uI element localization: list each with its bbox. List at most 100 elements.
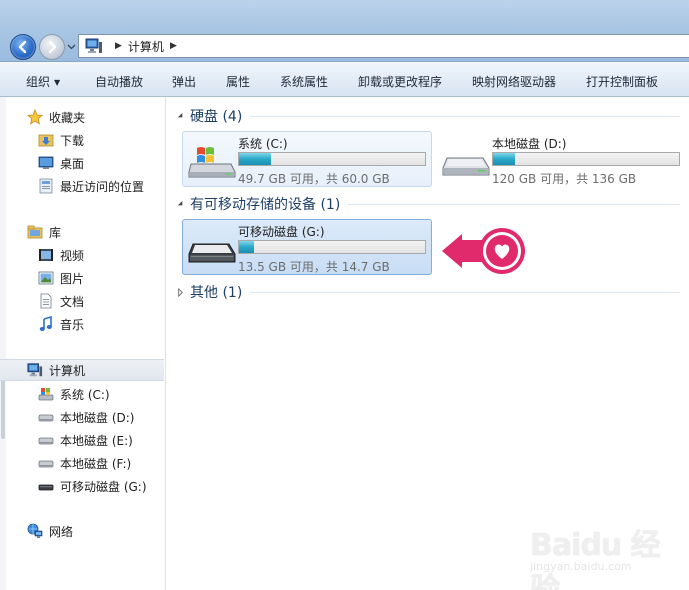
chevron-down-icon — [67, 44, 76, 50]
sidebar-favorites[interactable]: 收藏夹 — [0, 106, 166, 128]
forward-button[interactable] — [39, 34, 65, 60]
baidu-watermark: Baidu 经验 jingyan.baidu.com — [530, 520, 680, 590]
sidebar-favorites-label: 收藏夹 — [49, 110, 86, 125]
forward-arrow-icon — [48, 40, 57, 54]
group-header-hard-disks[interactable]: 硬盘 (4) — [175, 106, 680, 126]
sidebar-network[interactable]: 网络 — [0, 520, 166, 542]
sidebar-computer-label: 计算机 — [49, 363, 86, 378]
sidebar-item-music[interactable]: 音乐 — [0, 313, 166, 335]
group-divider — [250, 291, 680, 293]
sidebar-item-drive-e[interactable]: 本地磁盘 (E:) — [0, 429, 166, 451]
sidebar-item-drive-f[interactable]: 本地磁盘 (F:) — [0, 452, 166, 474]
collapsed-triangle-icon[interactable] — [175, 287, 185, 297]
back-arrow-icon — [18, 40, 27, 54]
group-title: 硬盘 (4) — [190, 109, 243, 125]
drive-size: 120 GB 可用，共 136 GB — [492, 172, 637, 186]
autoplay-button[interactable]: 自动播放 — [95, 73, 143, 90]
library-icon — [27, 224, 43, 240]
drive-name: 系统 (C:) — [238, 137, 288, 151]
content-pane: 硬盘 (4) 系统 (C:) 49.7 GB 可用，共 60.0 GB 本地磁盘… — [167, 97, 689, 590]
drive-usage-bar — [238, 152, 426, 166]
video-library-icon — [38, 247, 54, 263]
removable-disk-icon — [38, 478, 54, 494]
group-title: 有可移动存储的设备 (1) — [190, 197, 341, 213]
sidebar-item-desktop[interactable]: 桌面 — [0, 152, 166, 174]
group-title: 其他 (1) — [190, 285, 243, 301]
organize-label: 组织 — [26, 75, 51, 89]
sidebar-item-downloads[interactable]: 下载 — [0, 129, 166, 151]
drive-size: 13.5 GB 可用，共 14.7 GB — [238, 260, 390, 274]
sidebar-item-label: 本地磁盘 (E:) — [60, 433, 133, 448]
drive-tile-g[interactable]: 可移动磁盘 (G:) 13.5 GB 可用，共 14.7 GB — [182, 219, 432, 275]
sidebar-item-label: 文档 — [60, 294, 85, 309]
windows-system-drive-icon — [188, 147, 236, 178]
organize-button[interactable]: 组织 ▼ — [26, 73, 60, 90]
sidebar-item-documents[interactable]: 文档 — [0, 290, 166, 312]
computer-icon — [27, 362, 43, 378]
drive-tile-d[interactable]: 本地磁盘 (D:) 120 GB 可用，共 136 GB — [436, 131, 686, 187]
eject-button[interactable]: 弹出 — [172, 73, 196, 90]
computer-icon — [85, 38, 102, 53]
drive-name: 可移动磁盘 (G:) — [238, 225, 325, 239]
window-title-bar: ▶ 计算机 ▶ — [0, 0, 689, 62]
chevron-down-icon: ▼ — [54, 78, 61, 87]
breadcrumb-computer[interactable]: 计算机 — [128, 38, 164, 55]
open-control-panel-button[interactable]: 打开控制面板 — [586, 73, 658, 90]
group-header-removable-storage[interactable]: 有可移动存储的设备 (1) — [175, 194, 680, 214]
group-header-other[interactable]: 其他 (1) — [175, 282, 680, 302]
address-bar[interactable]: ▶ 计算机 ▶ — [78, 34, 689, 58]
documents-library-icon — [38, 293, 54, 309]
sidebar-item-drive-c[interactable]: 系统 (C:) — [0, 383, 166, 405]
pictures-library-icon — [38, 270, 54, 286]
local-disk-icon — [38, 455, 54, 471]
system-drive-icon — [38, 386, 54, 402]
favorites-star-icon — [27, 109, 43, 125]
map-network-drive-button[interactable]: 映射网络驱动器 — [472, 73, 556, 90]
sidebar-libraries-label: 库 — [49, 225, 62, 240]
watermark-title: Baidu 经验 — [530, 528, 661, 590]
sidebar-item-recent-places[interactable]: 最近访问的位置 — [0, 175, 166, 197]
recent-pages-dropdown[interactable] — [67, 42, 76, 51]
group-divider — [348, 203, 680, 205]
sidebar-item-label: 图片 — [60, 271, 85, 286]
sidebar-item-label: 本地磁盘 (F:) — [60, 456, 132, 471]
drive-tile-c[interactable]: 系统 (C:) 49.7 GB 可用，共 60.0 GB — [182, 131, 432, 187]
drive-usage-bar — [238, 240, 426, 254]
group-divider — [250, 115, 680, 117]
music-library-icon — [38, 316, 54, 332]
sidebar-item-drive-d[interactable]: 本地磁盘 (D:) — [0, 406, 166, 428]
back-button[interactable] — [10, 34, 36, 60]
sidebar-computer[interactable]: 计算机 — [0, 359, 164, 381]
sidebar-libraries[interactable]: 库 — [0, 221, 166, 243]
removable-disk-icon — [188, 243, 236, 263]
sidebar-item-label: 系统 (C:) — [60, 387, 110, 402]
breadcrumb-separator[interactable]: ▶ — [170, 41, 177, 51]
sidebar-item-label: 视频 — [60, 248, 85, 263]
breadcrumb-separator[interactable]: ▶ — [115, 41, 122, 51]
drive-usage-fill — [239, 153, 271, 165]
sidebar-item-videos[interactable]: 视频 — [0, 244, 166, 266]
drive-usage-bar — [492, 152, 680, 166]
properties-button[interactable]: 属性 — [226, 73, 250, 90]
drive-size: 49.7 GB 可用，共 60.0 GB — [238, 172, 390, 186]
desktop-icon — [38, 155, 54, 171]
command-toolbar: 组织 ▼ 自动播放 弹出 属性 系统属性 卸载或更改程序 映射网络驱动器 打开控制… — [0, 62, 689, 97]
network-icon — [27, 523, 43, 539]
uninstall-program-button[interactable]: 卸载或更改程序 — [358, 73, 442, 90]
sidebar-item-label: 桌面 — [60, 156, 85, 171]
expanded-triangle-icon[interactable] — [175, 111, 185, 121]
navigation-pane: 收藏夹 下载 桌面 最近访问的位置 库 视频 图片 文档 音乐 计算机 系统 (… — [0, 97, 166, 590]
watermark-url: jingyan.baidu.com — [530, 560, 632, 573]
local-disk-icon — [38, 409, 54, 425]
expanded-triangle-icon[interactable] — [175, 199, 185, 209]
recent-places-icon — [38, 178, 54, 194]
local-disk-icon — [38, 432, 54, 448]
sidebar-item-drive-g[interactable]: 可移动磁盘 (G:) — [0, 475, 166, 497]
drive-usage-fill — [239, 241, 254, 253]
hard-disk-icon — [442, 157, 490, 176]
sidebar-item-label: 音乐 — [60, 317, 85, 332]
sidebar-item-label: 下载 — [60, 133, 85, 148]
drive-name: 本地磁盘 (D:) — [492, 137, 567, 151]
system-properties-button[interactable]: 系统属性 — [280, 73, 328, 90]
sidebar-item-pictures[interactable]: 图片 — [0, 267, 166, 289]
